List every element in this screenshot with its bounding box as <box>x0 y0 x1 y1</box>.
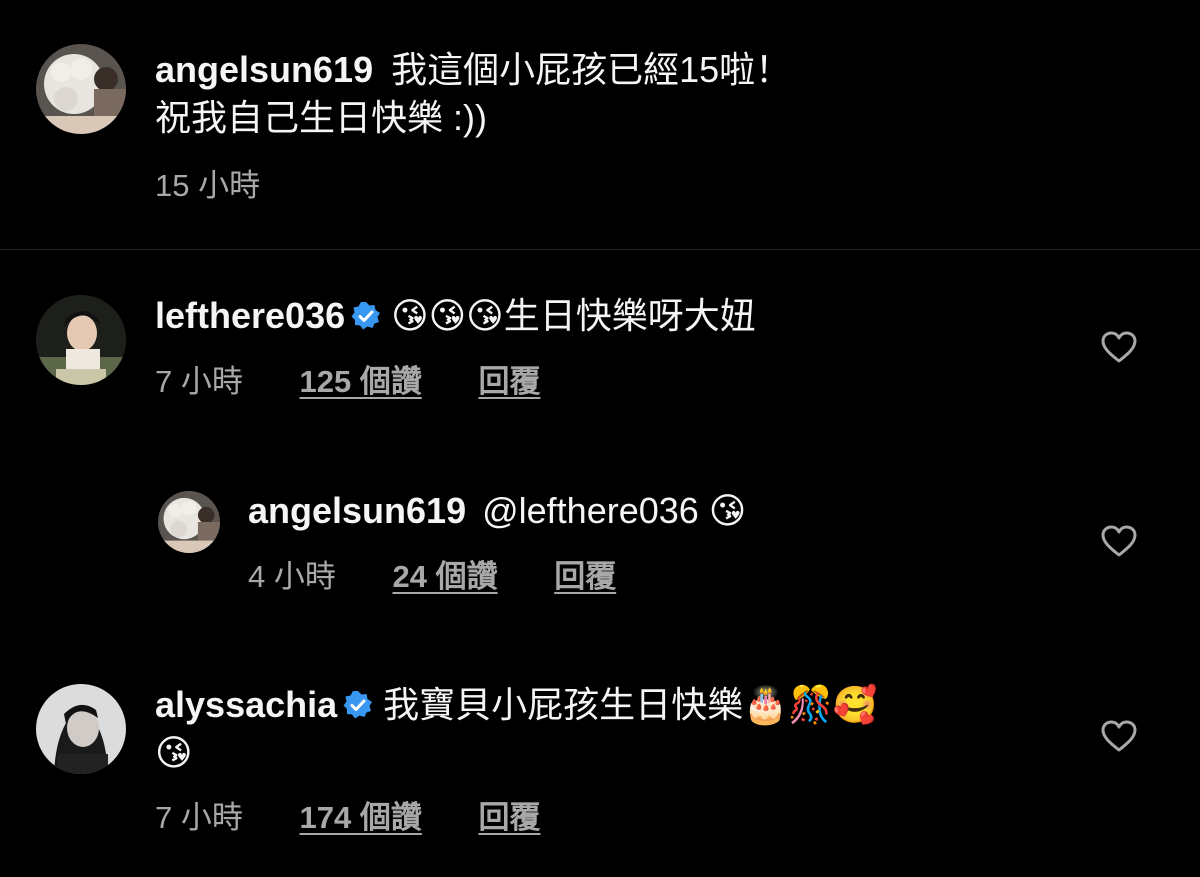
caption-text-line1: 我這個小屁孩已經15啦！ <box>391 49 792 90</box>
comment-text: lefthere036 😘😘😘生日快樂呀大妞 <box>155 292 1055 340</box>
comment-likes-link[interactable]: 125 個讚 <box>299 362 421 402</box>
comment-body: 😘😘😘生日快樂呀大妞 <box>391 295 756 336</box>
comment-body-line2: 😘 <box>155 732 193 773</box>
comment-avatar[interactable] <box>36 684 126 774</box>
reply-avatar[interactable] <box>158 491 220 553</box>
like-heart-icon[interactable] <box>1100 719 1138 753</box>
like-heart-icon[interactable] <box>1100 524 1138 558</box>
comment-avatar[interactable] <box>36 295 126 385</box>
caption-text: angelsun619 我這個小屁孩已經15啦！ 祝我自己生日快樂 :)) <box>155 46 1155 142</box>
comment-text: alyssachia 我寶貝小屁孩生日快樂🎂🎊🥰 😘 <box>155 681 1055 777</box>
comment-timestamp: 7 小時 <box>155 800 243 835</box>
like-heart-icon[interactable] <box>1100 330 1138 364</box>
comment-likes-link[interactable]: 174 個讚 <box>299 798 421 838</box>
reply-username[interactable]: angelsun619 <box>248 490 466 531</box>
comment-reply-button[interactable]: 回覆 <box>478 362 540 402</box>
comment-reply-button[interactable]: 回覆 <box>478 798 540 838</box>
reply-reply-button[interactable]: 回覆 <box>554 557 616 597</box>
reply-meta: 4 小時 24 個讚 回覆 <box>248 557 616 597</box>
caption-timestamp: 15 小時 <box>155 168 261 203</box>
verified-badge-icon <box>351 301 381 331</box>
comment-meta: 7 小時 174 個讚 回覆 <box>155 798 540 838</box>
caption-avatar[interactable] <box>36 44 126 134</box>
comment-timestamp: 7 小時 <box>155 364 243 399</box>
comment-meta: 7 小時 125 個讚 回覆 <box>155 362 540 402</box>
reply-timestamp: 4 小時 <box>248 559 336 594</box>
verified-badge-icon <box>343 690 373 720</box>
reply-body: @lefthere036 😘 <box>482 490 747 531</box>
caption-username[interactable]: angelsun619 <box>155 49 373 90</box>
comment-body-line1: 我寶貝小屁孩生日快樂🎂🎊🥰 <box>383 684 878 725</box>
caption-text-line2: 祝我自己生日快樂 :)) <box>155 97 487 138</box>
divider <box>0 249 1200 250</box>
caption-meta: 15 小時 <box>155 166 260 206</box>
reply-likes-link[interactable]: 24 個讚 <box>392 557 497 597</box>
reply-text: angelsun619 @lefthere036 😘 <box>248 487 1048 535</box>
comment-username[interactable]: lefthere036 <box>155 295 345 336</box>
comment-username[interactable]: alyssachia <box>155 684 337 725</box>
